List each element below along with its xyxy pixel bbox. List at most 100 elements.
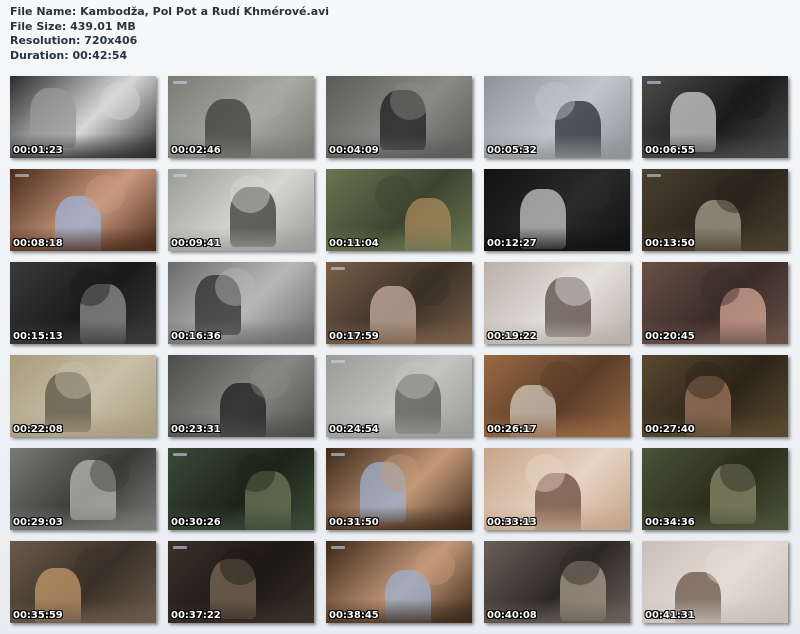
thumbnail-scene-shape	[535, 82, 575, 120]
video-thumbnail[interactable]: 00:41:31	[642, 541, 788, 623]
thumbnail-timestamp: 00:04:09	[329, 145, 379, 156]
channel-logo-icon	[173, 81, 187, 84]
thumbnail-scene-shape	[70, 268, 110, 306]
channel-logo-icon	[173, 453, 187, 456]
thumbnail-timestamp: 00:09:41	[171, 238, 221, 249]
thumbnail-scene-shape	[540, 361, 580, 399]
thumbnail-scene-shape	[85, 175, 125, 213]
thumbnail-timestamp: 00:02:46	[171, 145, 221, 156]
resolution-label: Resolution: 720x406	[10, 34, 138, 47]
file-name-label: File Name: Kambodža, Pol Pot a Rudí Khmé…	[10, 5, 330, 18]
thumbnail-timestamp: 00:31:50	[329, 517, 379, 528]
channel-logo-icon	[647, 81, 661, 84]
channel-logo-icon	[331, 360, 345, 363]
video-thumbnail[interactable]: 00:12:27	[484, 169, 630, 251]
thumbnail-scene-shape	[245, 82, 285, 120]
video-thumbnail[interactable]: 00:06:55	[642, 76, 788, 158]
thumbnail-timestamp: 00:30:26	[171, 517, 221, 528]
video-thumbnail[interactable]: 00:01:23	[10, 76, 156, 158]
thumbnail-scene-shape	[415, 547, 455, 585]
thumbnail-timestamp: 00:12:27	[487, 238, 537, 249]
video-thumbnail[interactable]: 00:24:54	[326, 355, 472, 437]
thumbnail-scene-shape	[410, 268, 450, 306]
thumbnail-scene-shape	[380, 454, 420, 492]
thumbnail-scene-shape	[715, 175, 755, 213]
channel-logo-icon	[331, 453, 345, 456]
video-thumbnail[interactable]: 00:08:18	[10, 169, 156, 251]
thumbnail-timestamp: 00:19:22	[487, 331, 537, 342]
video-thumbnail[interactable]: 00:23:31	[168, 355, 314, 437]
thumbnail-timestamp: 00:17:59	[329, 331, 379, 342]
video-thumbnail[interactable]: 00:13:50	[642, 169, 788, 251]
thumbnail-scene-shape	[395, 361, 435, 399]
thumbnail-scene-shape	[55, 361, 95, 399]
video-thumbnail[interactable]: 00:04:09	[326, 76, 472, 158]
thumbnail-timestamp: 00:22:08	[13, 424, 63, 435]
video-thumbnail[interactable]: 00:17:59	[326, 262, 472, 344]
video-thumbnail[interactable]: 00:29:03	[10, 448, 156, 530]
video-thumbnail[interactable]: 00:27:40	[642, 355, 788, 437]
thumbnail-scene-shape	[700, 268, 740, 306]
thumbnail-timestamp: 00:35:59	[13, 610, 63, 621]
channel-logo-icon	[173, 546, 187, 549]
video-thumbnail[interactable]: 00:02:46	[168, 76, 314, 158]
video-thumbnail[interactable]: 00:30:26	[168, 448, 314, 530]
video-thumbnail[interactable]: 00:31:50	[326, 448, 472, 530]
video-thumbnail[interactable]: 00:35:59	[10, 541, 156, 623]
thumbnail-timestamp: 00:29:03	[13, 517, 63, 528]
thumbnail-timestamp: 00:38:45	[329, 610, 379, 621]
video-thumbnail[interactable]: 00:20:45	[642, 262, 788, 344]
video-thumbnail[interactable]: 00:34:36	[642, 448, 788, 530]
thumbnail-scene-shape	[555, 268, 595, 306]
thumbnail-timestamp: 00:13:50	[645, 238, 695, 249]
file-info: File Name: Kambodža, Pol Pot a Rudí Khmé…	[10, 5, 329, 63]
video-thumbnail[interactable]: 00:15:13	[10, 262, 156, 344]
thumbnail-timestamp: 00:08:18	[13, 238, 63, 249]
thumbnail-timestamp: 00:41:31	[645, 610, 695, 621]
video-thumbnail[interactable]: 00:40:08	[484, 541, 630, 623]
thumbnail-timestamp: 00:15:13	[13, 331, 63, 342]
thumbnail-timestamp: 00:23:31	[171, 424, 221, 435]
thumbnail-scene-shape	[560, 547, 600, 585]
thumbnail-timestamp: 00:16:36	[171, 331, 221, 342]
thumbnail-timestamp: 00:01:23	[13, 145, 63, 156]
thumbnail-scene-shape	[570, 175, 610, 213]
video-thumbnail[interactable]: 00:11:04	[326, 169, 472, 251]
channel-logo-icon	[647, 174, 661, 177]
thumbnail-timestamp: 00:34:36	[645, 517, 695, 528]
thumbnail-timestamp: 00:40:08	[487, 610, 537, 621]
thumbnail-scene-shape	[730, 82, 770, 120]
video-thumbnail[interactable]: 00:26:17	[484, 355, 630, 437]
video-thumbnail[interactable]: 00:38:45	[326, 541, 472, 623]
thumbnail-scene-shape	[525, 454, 565, 492]
video-thumbnail[interactable]: 00:05:32	[484, 76, 630, 158]
thumbnail-scene-shape	[220, 547, 260, 585]
thumbnail-grid: 00:01:23 00:02:46 00:04:09 00:05:32 00:06:55…	[10, 76, 790, 628]
thumbnail-scene-shape	[720, 454, 760, 492]
thumbnail-timestamp: 00:26:17	[487, 424, 537, 435]
thumbnail-timestamp: 00:24:54	[329, 424, 379, 435]
thumbnail-scene-shape	[375, 175, 415, 213]
video-thumbnail[interactable]: 00:19:22	[484, 262, 630, 344]
thumbnail-scene-shape	[705, 547, 745, 585]
file-size-label: File Size: 439.01 MB	[10, 19, 136, 33]
thumbnail-scene-shape	[235, 454, 275, 492]
thumbnail-timestamp: 00:06:55	[645, 145, 695, 156]
thumbnail-timestamp: 00:11:04	[329, 238, 379, 249]
video-thumbnail[interactable]: 00:09:41	[168, 169, 314, 251]
duration-label: Duration: 00:42:54	[10, 48, 128, 62]
thumbnail-timestamp: 00:20:45	[645, 331, 695, 342]
channel-logo-icon	[331, 546, 345, 549]
video-thumbnail[interactable]: 00:22:08	[10, 355, 156, 437]
video-thumbnail[interactable]: 00:33:13	[484, 448, 630, 530]
thumbnail-scene-shape	[90, 454, 130, 492]
video-thumbnail[interactable]: 00:37:22	[168, 541, 314, 623]
thumbnail-timestamp: 00:27:40	[645, 424, 695, 435]
thumbnail-scene-shape	[250, 361, 290, 399]
video-thumbnail[interactable]: 00:16:36	[168, 262, 314, 344]
thumbnail-scene-shape	[215, 268, 255, 306]
thumbnail-timestamp: 00:05:32	[487, 145, 537, 156]
thumbnail-scene-shape	[390, 82, 430, 120]
thumbnail-timestamp: 00:33:13	[487, 517, 537, 528]
channel-logo-icon	[15, 174, 29, 177]
